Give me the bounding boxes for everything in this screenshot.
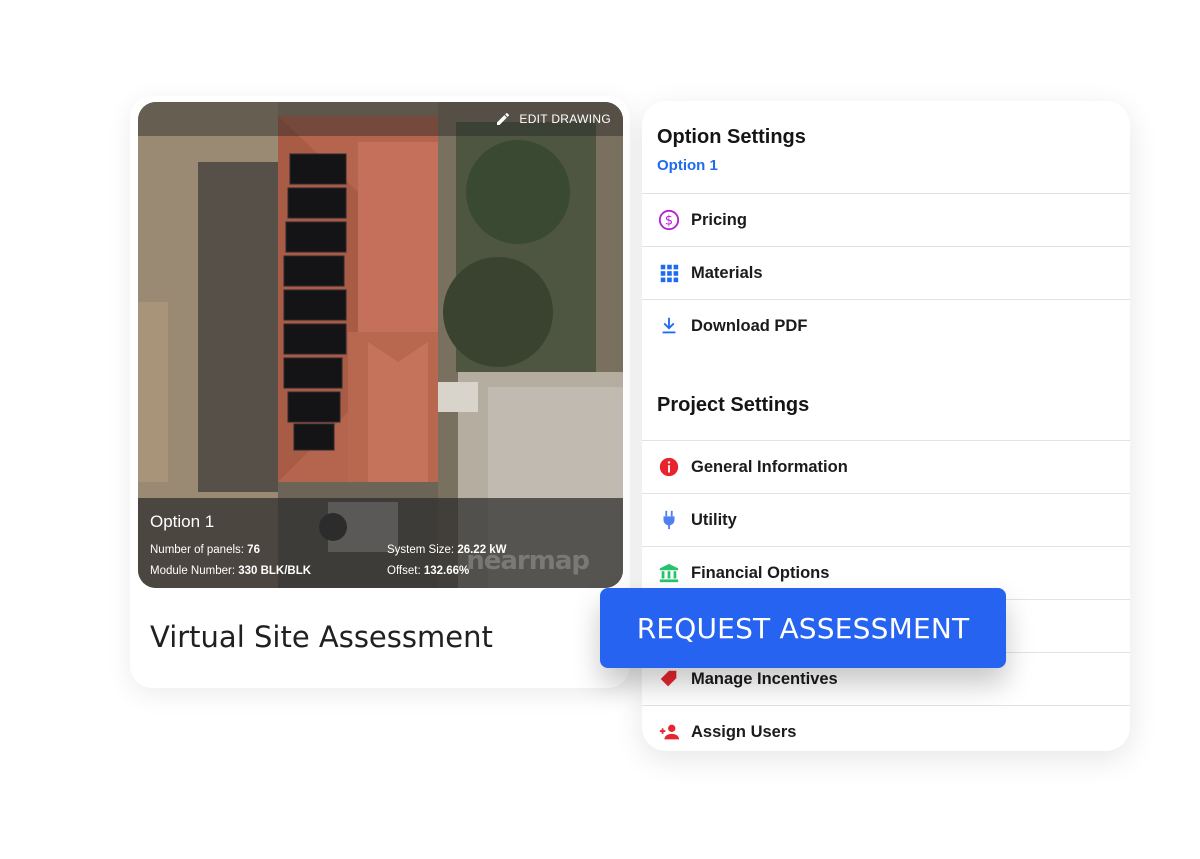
- menu-item-label: Materials: [691, 263, 763, 282]
- menu-item-pricing[interactable]: $ Pricing: [642, 193, 1130, 246]
- tag-icon: [658, 668, 680, 690]
- download-icon: [658, 315, 680, 337]
- edit-drawing-button[interactable]: EDIT DRAWING: [495, 108, 611, 130]
- menu-item-assign-users[interactable]: Assign Users: [642, 705, 1130, 751]
- menu-item-general-information[interactable]: General Information: [642, 440, 1130, 493]
- project-settings-heading: Project Settings: [657, 394, 810, 416]
- option-settings-heading: Option Settings: [657, 126, 806, 148]
- menu-item-label: Assign Users: [691, 722, 797, 741]
- add-user-icon: [658, 721, 680, 743]
- module-label: Module Number:: [150, 565, 236, 577]
- system-size-label: System Size:: [387, 544, 455, 556]
- menu-item-utility[interactable]: Utility: [642, 493, 1130, 546]
- menu-item-label: Financial Options: [691, 563, 830, 582]
- bank-icon: [658, 562, 680, 584]
- request-assessment-button[interactable]: REQUEST ASSESSMENT: [600, 588, 1006, 668]
- option-title: Option 1: [150, 512, 215, 531]
- menu-item-label: Manage Incentives: [691, 669, 838, 688]
- module-stat: Module Number: 330 BLK/BLK: [150, 565, 311, 577]
- menu-item-label: Pricing: [691, 210, 747, 229]
- panels-value: 76: [247, 544, 260, 556]
- aerial-map[interactable]: EDIT DRAWING Option 1 Number of panels: …: [138, 102, 623, 588]
- panels-label: Number of panels:: [150, 544, 244, 556]
- pencil-icon: [497, 112, 510, 125]
- info-icon: [658, 456, 680, 478]
- offset-stat: Offset: 132.66%: [387, 565, 469, 577]
- menu-item-label: Utility: [691, 510, 737, 529]
- offset-label: Offset:: [387, 565, 421, 577]
- svg-text:$: $: [665, 214, 673, 229]
- edit-drawing-label: EDIT DRAWING: [519, 112, 611, 126]
- option-subtitle[interactable]: Option 1: [657, 157, 718, 174]
- system-info-overlay: Option 1 Number of panels: 76 Module Num…: [138, 498, 623, 588]
- offset-value: 132.66%: [423, 565, 470, 577]
- nearmap-watermark: nearmap: [466, 546, 590, 576]
- dollar-circle-icon: $: [658, 209, 680, 231]
- menu-item-download-pdf[interactable]: Download PDF: [642, 299, 1130, 352]
- panels-stat: Number of panels: 76: [150, 544, 260, 556]
- grid-icon: [658, 262, 680, 284]
- menu-item-label: Download PDF: [691, 316, 808, 335]
- module-value: 330 BLK/BLK: [238, 565, 312, 577]
- menu-item-materials[interactable]: Materials: [642, 246, 1130, 299]
- card-caption: Virtual Site Assessment: [150, 620, 493, 654]
- plug-icon: [658, 509, 680, 531]
- menu-item-label: General Information: [691, 457, 848, 476]
